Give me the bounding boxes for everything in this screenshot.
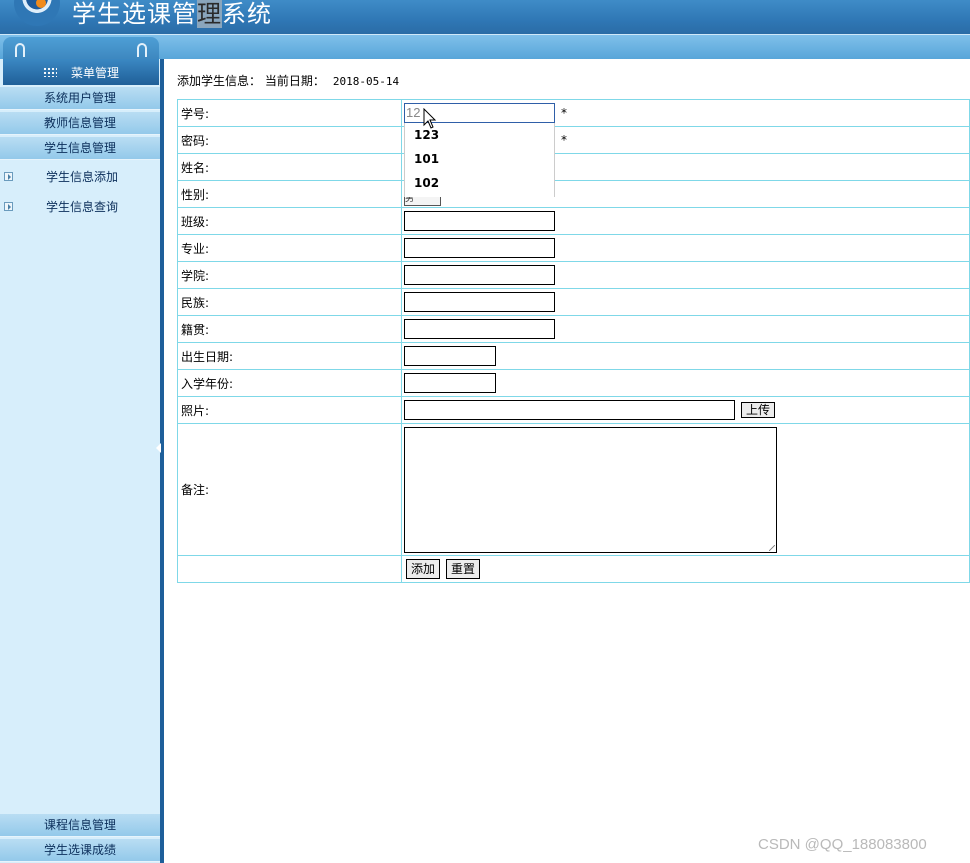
sidebar-item-courses[interactable]: 课程信息管理 (0, 814, 160, 837)
binder-ring-icon (15, 43, 25, 57)
form-row: 姓名: (177, 153, 970, 181)
college-input[interactable] (404, 265, 555, 285)
student-form: 学号: 12 * 密码: * 姓名: 性别: 男 班级: 专业: 学院: 民族: … (177, 99, 970, 583)
required-marker: * (561, 133, 567, 147)
app-title: 学生选课管理系统 (72, 0, 272, 28)
required-marker: * (561, 106, 567, 120)
field-label: 出生日期: (177, 342, 402, 370)
form-row: 专业: (177, 234, 970, 262)
form-row: 出生日期: (177, 342, 970, 370)
autocomplete-option[interactable]: 102 (405, 171, 554, 195)
sidebar-item-grades[interactable]: 学生选课成绩 (0, 839, 160, 862)
form-row: 添加 重置 (177, 555, 970, 583)
sidebar-item-system-users[interactable]: 系统用户管理 (0, 87, 160, 110)
form-row: 性别: 男 (177, 180, 970, 208)
form-row: 备注: (177, 423, 970, 556)
sidebar-item-teachers[interactable]: 教师信息管理 (0, 112, 160, 135)
arrow-right-icon (4, 172, 13, 181)
collapse-arrow-icon[interactable] (156, 443, 161, 453)
field-label: 照片: (177, 396, 402, 424)
menu-header: 菜单管理 (3, 37, 159, 85)
major-input[interactable] (404, 238, 555, 258)
grid-icon (42, 67, 57, 77)
form-row: 班级: (177, 207, 970, 235)
native-place-input[interactable] (404, 319, 555, 339)
app-header: 学生选课管理系统 (0, 0, 970, 34)
autocomplete-option[interactable]: 101 (405, 147, 554, 171)
ethnicity-input[interactable] (404, 292, 555, 312)
field-label: 班级: (177, 207, 402, 235)
sidebar-subitem-add-student[interactable]: 学生信息添加 (0, 165, 160, 189)
field-label: 入学年份: (177, 369, 402, 397)
field-label: 籍贯: (177, 315, 402, 343)
app-logo (14, 0, 60, 26)
form-row: 民族: (177, 288, 970, 316)
arrow-right-icon (4, 202, 13, 211)
field-label: 备注: (177, 423, 402, 556)
field-label: 姓名: (177, 153, 402, 181)
photo-path-input[interactable] (404, 400, 735, 420)
sidebar-divider[interactable] (156, 59, 164, 863)
birth-date-input[interactable] (404, 346, 496, 366)
watermark: CSDN @QQ_188083800 (758, 836, 927, 853)
field-label: 密码: (177, 126, 402, 154)
field-label: 性别: (177, 180, 402, 208)
field-label: 民族: (177, 288, 402, 316)
menu-header-label: 菜单管理 (70, 65, 119, 80)
form-row: 学院: (177, 261, 970, 289)
form-row: 密码: * (177, 126, 970, 154)
current-date: 2018-05-14 (332, 75, 400, 88)
form-row: 籍贯: (177, 315, 970, 343)
reset-button[interactable]: 重置 (446, 559, 481, 579)
sidebar-subitem-query-student[interactable]: 学生信息查询 (0, 195, 160, 219)
binder-ring-icon (137, 43, 147, 57)
class-input[interactable] (404, 211, 555, 231)
form-row: 学号: 12 * (177, 99, 970, 127)
field-label: 学院: (177, 261, 402, 289)
enroll-year-input[interactable] (404, 373, 496, 393)
notes-textarea[interactable] (404, 426, 777, 553)
sidebar-item-students[interactable]: 学生信息管理 (0, 137, 160, 160)
field-label: 学号: (177, 99, 402, 127)
empty-cell (177, 555, 402, 583)
form-row: 入学年份: (177, 369, 970, 397)
form-row: 照片: 上传 (177, 396, 970, 424)
field-label: 专业: (177, 234, 402, 262)
submit-button[interactable]: 添加 (406, 559, 441, 579)
upload-button[interactable]: 上传 (741, 402, 776, 418)
autocomplete-dropdown: 123 101 102 (404, 123, 555, 197)
mouse-cursor-icon (423, 107, 437, 133)
breadcrumb: 添加学生信息： 当前日期： 2018-05-14 (177, 74, 400, 88)
